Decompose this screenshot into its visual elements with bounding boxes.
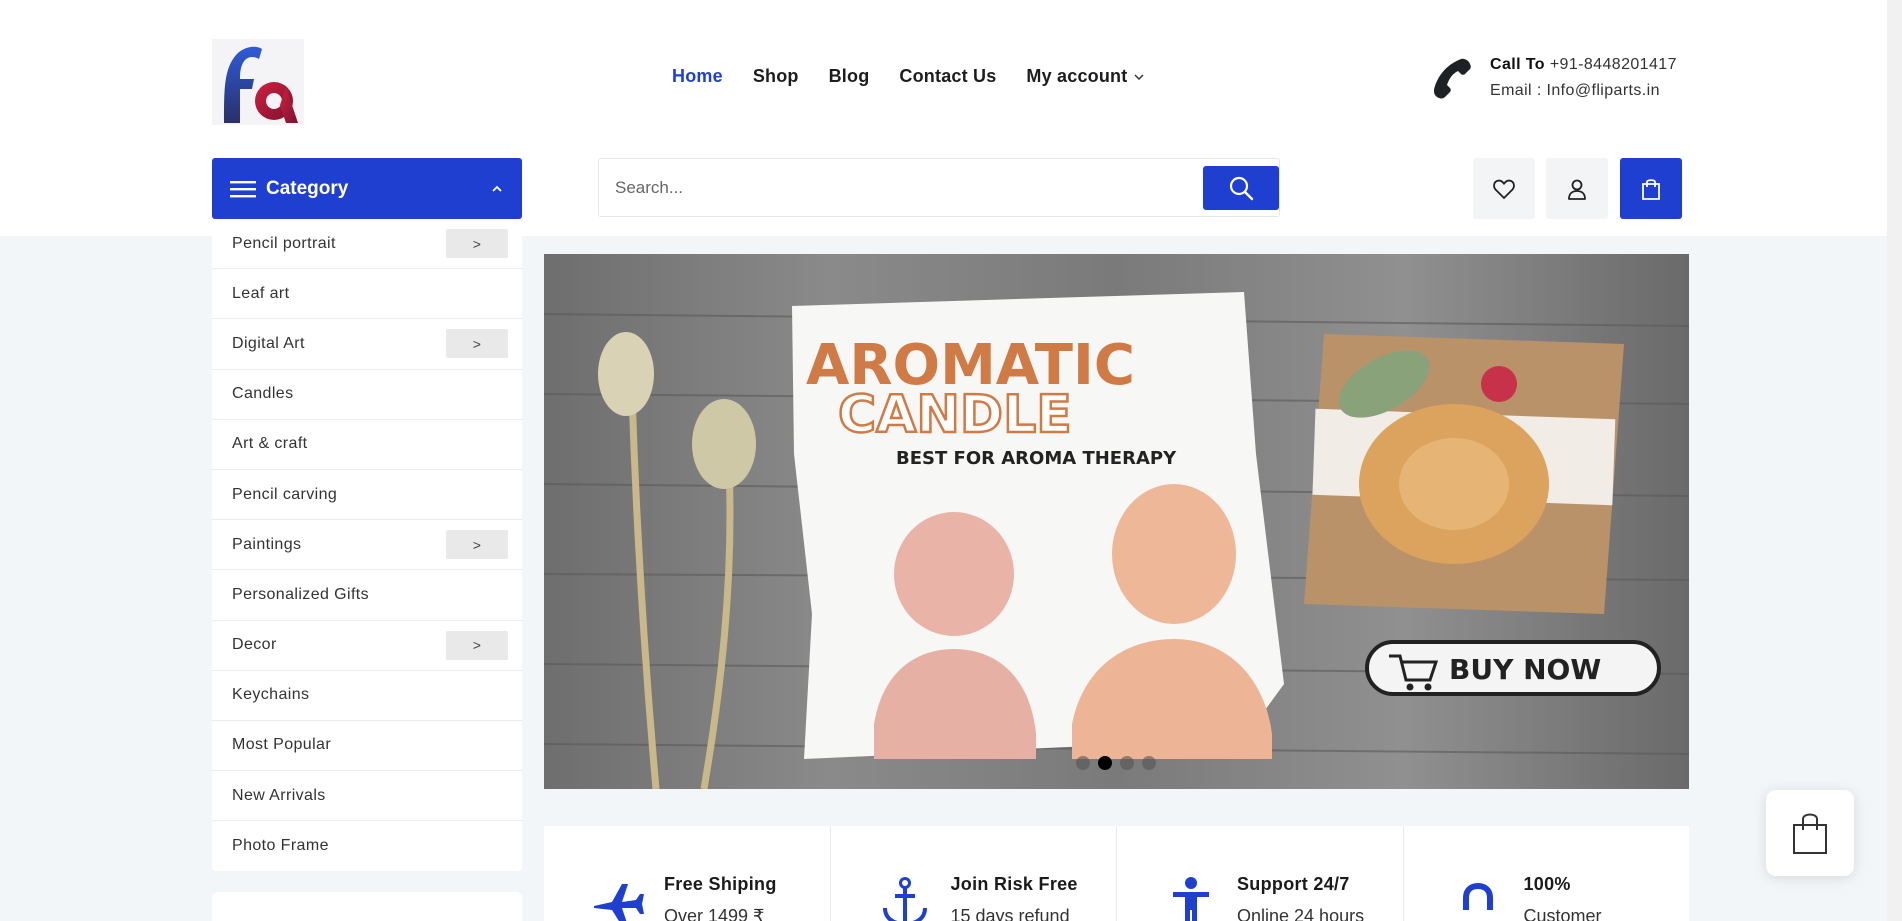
- category-item-label: Pencil carving: [232, 485, 338, 503]
- banner-cta[interactable]: BUY NOW: [1449, 653, 1601, 686]
- chevron-right-icon[interactable]: >: [446, 630, 508, 660]
- call-line: Call To +91-8448201417: [1490, 52, 1677, 78]
- category-item-label: Candles: [232, 385, 294, 403]
- category-item-pencil-carving[interactable]: Pencil carving: [212, 470, 522, 521]
- wishlist-button[interactable]: [1473, 158, 1535, 219]
- category-item-label: Paintings: [232, 535, 302, 553]
- category-item-most-popular[interactable]: Most Popular: [212, 721, 522, 772]
- feature-title: Join Risk Free: [950, 874, 1078, 894]
- banner-headline2: CANDLE: [838, 385, 1072, 445]
- feature-sub: Customer: [1523, 906, 1602, 921]
- phone-number[interactable]: +91-8448201417: [1550, 56, 1677, 73]
- search-button[interactable]: [1203, 166, 1279, 210]
- carousel-dot-active[interactable]: [1098, 756, 1112, 770]
- account-button[interactable]: [1546, 158, 1608, 219]
- banner-tagline: BEST FOR AROMA THERAPY: [896, 448, 1177, 469]
- hero-banner[interactable]: AROMATIC CANDLE BEST FOR AROMA THERAPY B…: [544, 254, 1689, 789]
- category-title: Category: [266, 177, 349, 199]
- category-item-art-craft[interactable]: Art & craft: [212, 420, 522, 470]
- heart-icon: [1493, 179, 1515, 199]
- chevron-right-icon[interactable]: >: [446, 329, 508, 359]
- nav-contact-us[interactable]: Contact Us: [899, 66, 996, 87]
- person-icon: [1173, 877, 1209, 921]
- category-item-paintings[interactable]: Paintings >: [212, 520, 522, 571]
- site-logo[interactable]: [212, 39, 304, 125]
- feature-title: 100%: [1523, 874, 1571, 894]
- call-label: Call To: [1490, 56, 1545, 73]
- lock-icon: [1462, 882, 1493, 910]
- category-item-label: Personalized Gifts: [232, 585, 370, 603]
- logo-mark: [224, 46, 298, 123]
- category-item-new-arrivals[interactable]: New Arrivals: [212, 771, 522, 822]
- category-toggle[interactable]: Category: [212, 158, 522, 219]
- nav-blog[interactable]: Blog: [829, 66, 870, 87]
- user-icon: [1568, 179, 1586, 200]
- banner-image: AROMATIC CANDLE BEST FOR AROMA THERAPY B…: [544, 254, 1689, 789]
- feature-title: Free Shiping: [664, 874, 777, 894]
- phone-icon: [1433, 58, 1471, 99]
- feature-support: Support 24/7 Online 24 hours: [1117, 826, 1404, 921]
- carousel-dot[interactable]: [1142, 756, 1156, 770]
- category-item-label: Digital Art: [232, 334, 305, 352]
- category-item-keychains[interactable]: Keychains: [212, 671, 522, 721]
- category-item-decor[interactable]: Decor >: [212, 621, 522, 671]
- email-line[interactable]: Email : Info@fliparts.in: [1490, 78, 1677, 104]
- shopping-bag-icon: [1793, 813, 1827, 854]
- feature-free-shipping: Free Shiping Over 1499 ₹: [544, 826, 831, 921]
- feature-sub: Over 1499 ₹: [664, 906, 765, 921]
- category-item-candles[interactable]: Candles: [212, 370, 522, 420]
- nav-shop[interactable]: Shop: [753, 66, 799, 87]
- category-item-leaf-art[interactable]: Leaf art: [212, 269, 522, 320]
- category-item-label: Most Popular: [232, 736, 332, 754]
- category-item-label: New Arrivals: [232, 786, 326, 804]
- search-icon: [1229, 176, 1254, 201]
- sidebar-card: [212, 892, 522, 921]
- floating-cart-button[interactable]: [1766, 790, 1854, 876]
- feature-title: Support 24/7: [1237, 874, 1350, 894]
- nav-my-account-label[interactable]: My account: [1026, 66, 1127, 87]
- chevron-right-icon[interactable]: >: [446, 530, 508, 560]
- menu-icon: [230, 180, 256, 197]
- carousel-dot[interactable]: [1120, 756, 1134, 770]
- nav-my-account[interactable]: My account: [1026, 66, 1145, 87]
- chevron-down-icon: [1134, 73, 1144, 80]
- page-scrollbar[interactable]: [1887, 0, 1902, 921]
- category-item-pencil-portrait[interactable]: Pencil portrait >: [212, 219, 522, 270]
- nav-home[interactable]: Home: [672, 66, 723, 87]
- shopping-bag-icon: [1642, 178, 1660, 200]
- category-item-label: Art & craft: [232, 435, 308, 453]
- carousel-dot[interactable]: [1076, 756, 1090, 770]
- feature-guarantee: 100% Customer: [1404, 826, 1690, 921]
- chevron-up-icon: [492, 185, 502, 192]
- search-bar: [598, 158, 1280, 217]
- category-item-label: Decor: [232, 636, 277, 654]
- feature-risk-free: Join Risk Free 15 days refund: [831, 826, 1117, 921]
- category-item-label: Keychains: [232, 686, 310, 704]
- category-item-label: Photo Frame: [232, 837, 329, 855]
- airplane-icon: [594, 884, 644, 921]
- feature-strip: Free Shiping Over 1499 ₹ Join Risk Free …: [544, 826, 1689, 921]
- category-item-label: Leaf art: [232, 284, 290, 302]
- carousel-dots: [1076, 756, 1156, 770]
- category-item-personalized-gifts[interactable]: Personalized Gifts: [212, 570, 522, 621]
- category-item-digital-art[interactable]: Digital Art >: [212, 319, 522, 370]
- main-nav: Home Shop Blog Contact Us My account: [672, 66, 1145, 87]
- category-item-photo-frame[interactable]: Photo Frame: [212, 821, 522, 871]
- feature-sub: 15 days refund: [950, 906, 1070, 921]
- search-input[interactable]: [599, 159, 1199, 216]
- cart-button[interactable]: [1620, 158, 1682, 219]
- category-list: Pencil portrait > Leaf art Digital Art > C…: [212, 219, 522, 872]
- feature-sub: Online 24 hours: [1237, 906, 1365, 921]
- contact-info: Call To +91-8448201417 Email : Info@flip…: [1430, 52, 1677, 104]
- anchor-icon: [882, 877, 927, 921]
- chevron-right-icon[interactable]: >: [446, 229, 508, 259]
- category-item-label: Pencil portrait: [232, 234, 336, 252]
